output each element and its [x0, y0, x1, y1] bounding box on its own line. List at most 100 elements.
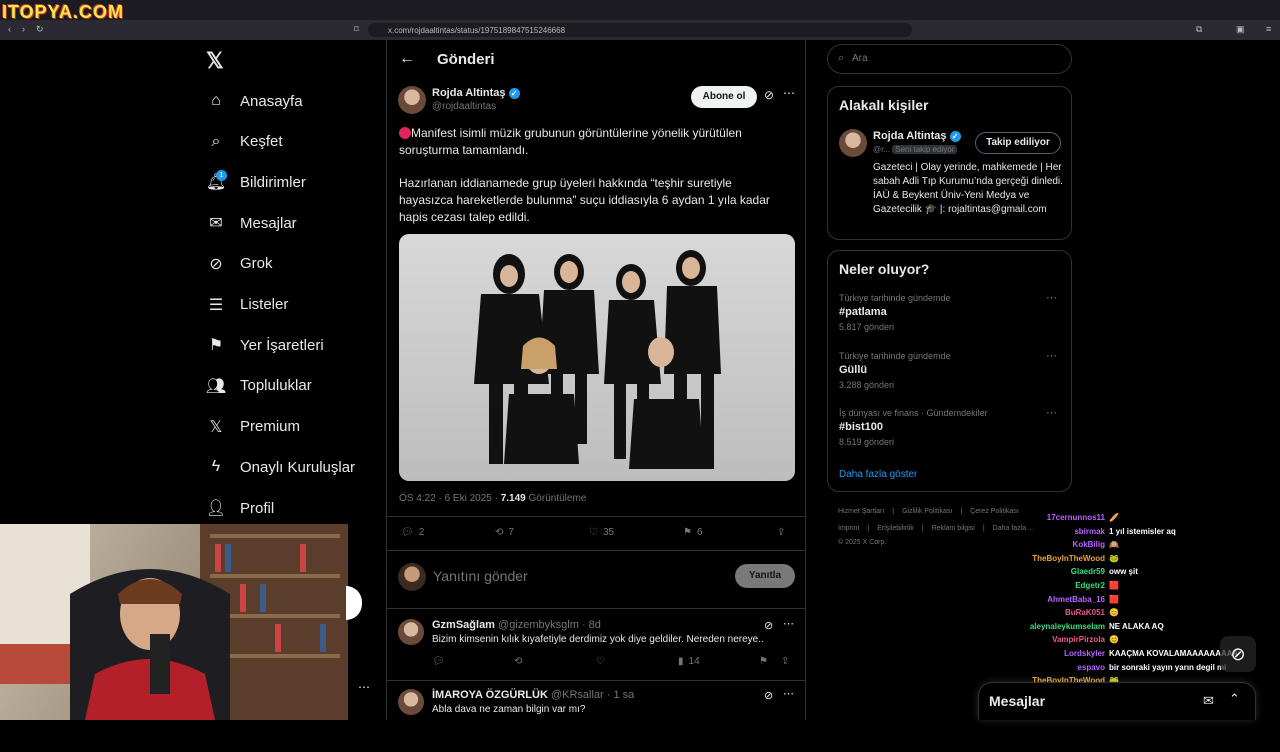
- new-message-icon[interactable]: ✉: [1203, 693, 1214, 709]
- reply-handle[interactable]: @KRsallar: [551, 689, 604, 701]
- extensions-icon[interactable]: ⧉: [1196, 24, 1202, 35]
- chat-text: 🥖: [1109, 513, 1119, 522]
- chat-text: oww şit: [1109, 567, 1138, 577]
- sidebar-item-1[interactable]: ⌕ Keşfet: [206, 124, 283, 160]
- trend-more-icon[interactable]: ⋯: [1046, 291, 1057, 304]
- person-icon: 👤︎: [205, 500, 227, 517]
- post-image[interactable]: [399, 234, 795, 481]
- bookmark-action[interactable]: ⚑: [759, 656, 768, 667]
- related-name-row[interactable]: Rojda Altintaş ✓: [873, 130, 961, 142]
- address-bar[interactable]: x.com/rojdaaltintas/status/1975189847515…: [368, 23, 912, 37]
- related-bio: Gazeteci | Olay yerinde, mahkemede | Her…: [873, 162, 1063, 215]
- sidebar-item-7[interactable]: 👥︎ Topluluklar: [206, 368, 312, 404]
- bookmark-page-icon[interactable]: ⌑: [354, 24, 359, 35]
- sidebar-item-3[interactable]: ✉ Mesajlar: [206, 205, 296, 241]
- x-logo-icon[interactable]: 𝕏: [206, 48, 224, 74]
- reply-header: İMAROYA ÖZGÜRLÜK @KRsallar · 1 sa: [432, 689, 634, 701]
- forward-icon[interactable]: ›: [22, 24, 25, 34]
- subscribe-button[interactable]: Abone ol: [691, 86, 757, 108]
- current-user-avatar[interactable]: [398, 563, 426, 591]
- footer-link[interactable]: Imprint: [838, 525, 859, 532]
- author-handle[interactable]: @rojdaaltintas: [432, 101, 496, 112]
- reply-handle[interactable]: @gizembyksglm: [498, 619, 579, 631]
- repost-action[interactable]: ⟲ 7: [495, 527, 514, 538]
- share-action[interactable]: ⇪: [777, 527, 785, 538]
- post-text-1-content: Manifest isimli müzik grubunun görüntüle…: [399, 126, 742, 157]
- repost-count: 7: [508, 527, 514, 538]
- messages-dock[interactable]: Mesajlar ✉ ⌃: [978, 682, 1256, 720]
- more-options-icon[interactable]: ⋯: [783, 687, 794, 700]
- author-name[interactable]: Rojda Altintaş: [432, 87, 506, 99]
- reply-time[interactable]: · 8d: [582, 619, 601, 631]
- expand-icon[interactable]: ⌃: [1229, 691, 1240, 707]
- reply-avatar[interactable]: [398, 689, 424, 715]
- verified-badge-icon: ✓: [949, 130, 961, 142]
- following-button[interactable]: Takip ediliyor: [975, 132, 1061, 154]
- sidebar-item-4[interactable]: ⊘ Grok: [206, 246, 272, 282]
- back-arrow-icon[interactable]: ←: [399, 50, 415, 68]
- like-action[interactable]: ♡ 35: [589, 527, 614, 538]
- related-avatar[interactable]: [839, 129, 867, 157]
- trend-item[interactable]: İş dünyası ve finans · Gündemdekiler #bis…: [828, 406, 1071, 456]
- footer-separator: |: [867, 525, 870, 532]
- trend-more-icon[interactable]: ⋯: [1046, 349, 1057, 362]
- menu-icon[interactable]: ≡: [1266, 24, 1271, 34]
- sidebar-item-10[interactable]: 👤︎ Profil: [206, 490, 274, 526]
- bookmark-action[interactable]: ⚑ 6: [683, 527, 703, 538]
- repost-action[interactable]: ⟲: [514, 656, 522, 667]
- post-timestamp[interactable]: ÖS 4:22 · 6 Eki 2025 ·: [399, 493, 501, 504]
- footer-link[interactable]: Gizlilik Politikası: [902, 508, 952, 515]
- trend-item[interactable]: Türkiye tarihinde gündemde #patlama 5.817 …: [828, 291, 1071, 341]
- reply-action[interactable]: 💬︎ 2: [401, 527, 424, 538]
- related-handle[interactable]: @r...: [873, 145, 890, 154]
- sidebar-item-6[interactable]: ⚑ Yer İşaretleri: [206, 327, 324, 363]
- author-name-row[interactable]: Rojda Altintaş ✓: [432, 87, 520, 99]
- views-count: 14: [688, 656, 700, 667]
- footer-separator: |: [960, 508, 963, 515]
- like-action[interactable]: ♡: [596, 656, 605, 667]
- more-options-icon[interactable]: ⋯: [783, 617, 794, 630]
- reply-author[interactable]: İMAROYA ÖZGÜRLÜK: [432, 689, 548, 701]
- reply-action[interactable]: 💬︎: [432, 656, 445, 667]
- account-more-icon[interactable]: ⋯: [358, 680, 370, 694]
- reply-button[interactable]: Yanıtla: [735, 564, 795, 588]
- repost-icon: ⟲: [495, 527, 504, 538]
- grok-explain-icon[interactable]: ⊘: [764, 88, 774, 102]
- footer-link[interactable]: Erişilebilirlik: [877, 525, 914, 532]
- trend-item[interactable]: Türkiye tarihinde gündemde Güllü 3.288 gön…: [828, 349, 1071, 399]
- chat-username: Lordskyler: [1064, 649, 1105, 658]
- reply-time[interactable]: · 1 sa: [607, 689, 635, 701]
- sidebar-item-9[interactable]: ϟ Onaylı Kuruluşlar: [206, 449, 355, 485]
- grok-explain-icon[interactable]: ⊘: [764, 619, 773, 632]
- footer-link[interactable]: Reklam bilgisi: [932, 525, 975, 532]
- author-avatar[interactable]: [398, 86, 426, 114]
- reply-item[interactable]: GzmSağlam @gizembyksglm · 8d ⊘ ⋯ Bizim kims…: [387, 616, 805, 682]
- sidebar-item-0[interactable]: ⌂ Anasayfa: [206, 83, 302, 119]
- sidebar-icon[interactable]: ▣: [1236, 24, 1245, 35]
- reply-item[interactable]: İMAROYA ÖZGÜRLÜK @KRsallar · 1 sa ⊘ ⋯ Abla …: [387, 686, 805, 752]
- grok-floating-icon[interactable]: ⊘: [1220, 636, 1256, 672]
- chat-username: Edgetr2: [1075, 581, 1105, 590]
- related-name[interactable]: Rojda Altintaş: [873, 130, 947, 142]
- show-more-link[interactable]: Daha fazla göster: [839, 469, 917, 480]
- reply-input[interactable]: Yanıtını gönder: [433, 568, 528, 584]
- search-box[interactable]: ⌕ Ara: [827, 44, 1072, 74]
- chat-text: 🐸: [1109, 553, 1119, 563]
- back-icon[interactable]: ‹: [8, 24, 11, 34]
- more-options-icon[interactable]: ⋯: [783, 86, 795, 100]
- reply-avatar[interactable]: [398, 619, 424, 645]
- sidebar-item-8[interactable]: 𝕏 Premium: [206, 409, 300, 445]
- share-icon: ⇪: [781, 656, 790, 667]
- chat-message: BuRaK051 😊: [1005, 606, 1119, 619]
- share-action[interactable]: ⇪: [781, 656, 789, 667]
- search-input[interactable]: Ara: [852, 53, 868, 64]
- messages-dock-title: Mesajlar: [989, 693, 1046, 709]
- trend-more-icon[interactable]: ⋯: [1046, 406, 1057, 419]
- footer-link[interactable]: Hizmet Şartları: [838, 508, 884, 515]
- footer-row: Hizmet Şartları | Gizlilik Politikası | Çere…: [838, 508, 1019, 515]
- grok-explain-icon[interactable]: ⊘: [764, 689, 773, 702]
- reload-icon[interactable]: ↻: [36, 24, 44, 35]
- views-action[interactable]: ▮ 14: [678, 656, 700, 667]
- sidebar-item-5[interactable]: ☰ Listeler: [206, 287, 289, 323]
- reply-author[interactable]: GzmSağlam: [432, 619, 495, 631]
